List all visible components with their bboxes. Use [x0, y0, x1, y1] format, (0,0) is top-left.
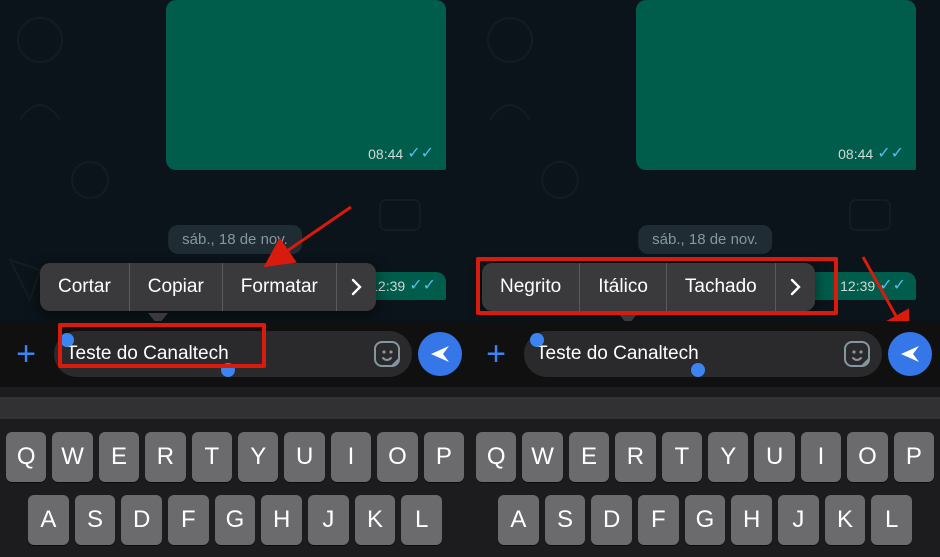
read-ticks-icon: ✓✓	[407, 146, 434, 162]
key-a[interactable]: A	[498, 495, 539, 545]
chevron-right-icon	[790, 278, 801, 296]
key-t[interactable]: T	[662, 432, 702, 482]
key-k[interactable]: K	[355, 495, 396, 545]
sticker-icon	[372, 339, 402, 369]
left-panel: 08:44 ✓✓ sáb., 18 de nov. 12:39 ✓✓ Corta…	[0, 0, 470, 557]
keyboard-row-2: A S D F G H J K L	[0, 495, 470, 545]
key-j[interactable]: J	[308, 495, 349, 545]
key-e[interactable]: E	[569, 432, 609, 482]
key-q[interactable]: Q	[476, 432, 516, 482]
sticker-button[interactable]	[372, 339, 402, 369]
attach-button[interactable]: +	[474, 332, 518, 376]
keyboard-suggestions-bar[interactable]	[0, 397, 470, 419]
send-button[interactable]	[888, 332, 932, 376]
keyboard-suggestions-bar[interactable]	[470, 397, 940, 419]
key-a[interactable]: A	[28, 495, 69, 545]
key-s[interactable]: S	[75, 495, 116, 545]
key-q[interactable]: Q	[6, 432, 46, 482]
key-u[interactable]: U	[754, 432, 794, 482]
key-g[interactable]: G	[685, 495, 726, 545]
key-d[interactable]: D	[121, 495, 162, 545]
keyboard: Q W E R T Y U I O P A S D F G H J K L	[0, 387, 470, 557]
key-r[interactable]: R	[145, 432, 185, 482]
key-w[interactable]: W	[52, 432, 92, 482]
context-menu-format[interactable]: Formatar	[223, 263, 337, 311]
format-menu-bold[interactable]: Negrito	[482, 263, 580, 311]
key-i[interactable]: I	[801, 432, 841, 482]
key-y[interactable]: Y	[238, 432, 278, 482]
key-d[interactable]: D	[591, 495, 632, 545]
selection-handle-end[interactable]	[221, 363, 235, 377]
key-p[interactable]: P	[424, 432, 464, 482]
message-input[interactable]: Teste do Canaltech	[524, 331, 882, 377]
message-input-text: Teste do Canaltech	[66, 343, 229, 365]
chevron-right-icon	[351, 278, 362, 296]
format-menu-italic[interactable]: Itálico	[580, 263, 667, 311]
key-h[interactable]: H	[731, 495, 772, 545]
context-menu-pointer	[618, 313, 638, 321]
date-separator: sáb., 18 de nov.	[168, 225, 302, 254]
context-menu-copy[interactable]: Copiar	[130, 263, 223, 311]
sent-message-bubble[interactable]: 08:44 ✓✓	[636, 0, 916, 170]
selection-handle-start[interactable]	[60, 333, 74, 347]
chat-input-bar: + Teste do Canaltech	[0, 321, 470, 387]
format-menu-more[interactable]	[776, 263, 815, 311]
key-u[interactable]: U	[284, 432, 324, 482]
keyboard-row-1: Q W E R T Y U I O P	[470, 432, 940, 482]
read-ticks-icon: ✓✓	[877, 146, 904, 162]
read-ticks-icon: ✓✓	[409, 278, 436, 294]
key-l[interactable]: L	[401, 495, 442, 545]
sticker-icon	[842, 339, 872, 369]
text-context-menu: Cortar Copiar Formatar	[40, 263, 376, 311]
keyboard-row-1: Q W E R T Y U I O P	[0, 432, 470, 482]
key-i[interactable]: I	[331, 432, 371, 482]
chat-input-bar: + Teste do Canaltech	[470, 321, 940, 387]
key-r[interactable]: R	[615, 432, 655, 482]
selection-handle-start[interactable]	[530, 333, 544, 347]
sticker-button[interactable]	[842, 339, 872, 369]
key-l[interactable]: L	[871, 495, 912, 545]
format-menu-strikethrough[interactable]: Tachado	[667, 263, 776, 311]
send-icon	[429, 343, 451, 365]
context-menu-cut[interactable]: Cortar	[40, 263, 130, 311]
chat-area: 08:44 ✓✓ sáb., 18 de nov. 12:39 ✓✓ Corta…	[0, 0, 470, 321]
date-separator: sáb., 18 de nov.	[638, 225, 772, 254]
key-w[interactable]: W	[522, 432, 562, 482]
chat-area: 08:44 ✓✓ sáb., 18 de nov. 12:39 ✓✓ Negri…	[470, 0, 940, 321]
context-menu-pointer	[148, 313, 168, 321]
message-time-text: 12:39	[840, 278, 875, 294]
key-j[interactable]: J	[778, 495, 819, 545]
message-input[interactable]: Teste do Canaltech	[54, 331, 412, 377]
key-e[interactable]: E	[99, 432, 139, 482]
send-icon	[899, 343, 921, 365]
key-g[interactable]: G	[215, 495, 256, 545]
message-time-text: 08:44	[368, 146, 403, 162]
message-time: 08:44 ✓✓	[368, 146, 434, 162]
message-time: 08:44 ✓✓	[838, 146, 904, 162]
selection-handle-end[interactable]	[691, 363, 705, 377]
key-s[interactable]: S	[545, 495, 586, 545]
right-panel: 08:44 ✓✓ sáb., 18 de nov. 12:39 ✓✓ Negri…	[470, 0, 940, 557]
key-o[interactable]: O	[847, 432, 887, 482]
key-k[interactable]: K	[825, 495, 866, 545]
sent-message-bubble[interactable]: 08:44 ✓✓	[166, 0, 446, 170]
key-f[interactable]: F	[638, 495, 679, 545]
key-f[interactable]: F	[168, 495, 209, 545]
keyboard: Q W E R T Y U I O P A S D F G H J K L	[470, 387, 940, 557]
context-menu-more[interactable]	[337, 263, 376, 311]
message-time-text: 08:44	[838, 146, 873, 162]
key-o[interactable]: O	[377, 432, 417, 482]
key-t[interactable]: T	[192, 432, 232, 482]
key-h[interactable]: H	[261, 495, 302, 545]
read-ticks-icon: ✓✓	[879, 278, 906, 294]
attach-button[interactable]: +	[4, 332, 48, 376]
text-format-menu: Negrito Itálico Tachado	[482, 263, 815, 311]
key-p[interactable]: P	[894, 432, 934, 482]
keyboard-row-2: A S D F G H J K L	[470, 495, 940, 545]
send-button[interactable]	[418, 332, 462, 376]
message-input-text: Teste do Canaltech	[536, 343, 699, 365]
key-y[interactable]: Y	[708, 432, 748, 482]
